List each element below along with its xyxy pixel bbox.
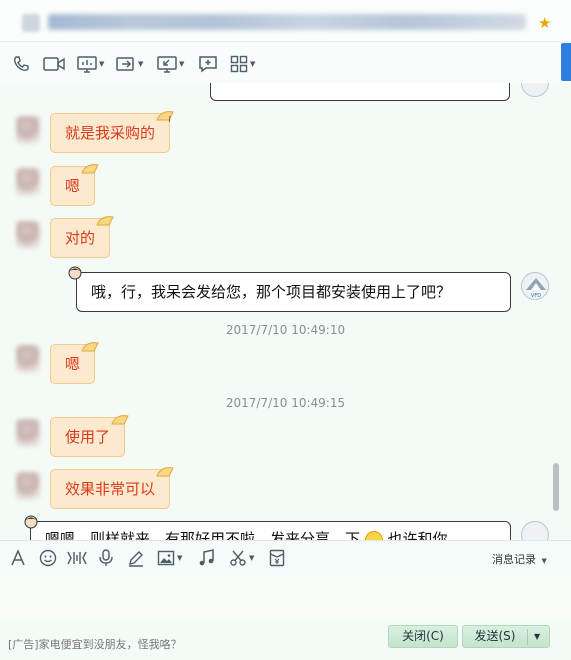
send-button-divider <box>527 629 528 645</box>
contact-avatar[interactable] <box>16 116 40 144</box>
message-timestamp: 2017/7/10 10:49:10 <box>225 323 346 337</box>
chat-scrollbar[interactable] <box>553 463 559 511</box>
window-title-blurred <box>48 14 526 30</box>
screenshot-icon[interactable]: ▼ <box>229 549 254 567</box>
message-list: 就是我采购的 嗯 对的 哦，行，我呆会发给您，那个项目都安装使用上了吧？ VFD… <box>0 83 571 540</box>
message-text: 哦，行，我呆会发给您，那个项目都安装使用上了吧？ <box>91 283 452 301</box>
vfd-logo-icon: VFD <box>526 278 546 299</box>
remote-desktop-icon[interactable]: ▼ <box>157 55 184 73</box>
message-text-tail: 也许和你 <box>382 530 448 540</box>
my-avatar[interactable]: VFD <box>521 272 549 300</box>
message-text: 就是我采购的 <box>65 124 156 142</box>
bubble-curl-decoration <box>156 467 174 477</box>
message-text: 效果非常可以 <box>65 480 156 498</box>
message-bubble-incoming: 使用了 <box>50 415 129 457</box>
ad-link[interactable]: [广告]家电便宜到没朋友，怪我咯？ <box>8 636 182 652</box>
chat-toolbar: ▼ ▼ ▼ ▼ <box>0 43 571 83</box>
contact-avatar[interactable] <box>22 14 40 32</box>
message-bubble-outgoing <box>210 83 510 101</box>
gif-icon[interactable] <box>66 549 88 567</box>
bubble-avatar-decoration-icon <box>68 266 82 280</box>
my-avatar[interactable] <box>521 521 549 540</box>
close-button[interactable]: 关闭(C) <box>388 625 458 648</box>
bubble-avatar-decoration-icon <box>24 515 38 529</box>
image-icon[interactable]: ▼ <box>157 549 182 567</box>
contact-avatar[interactable] <box>16 345 40 373</box>
send-button-label: 发送(S) <box>474 629 516 643</box>
title-bar: ★ <box>0 0 571 42</box>
video-icon[interactable] <box>43 55 65 73</box>
side-panel-tab[interactable] <box>561 43 571 81</box>
message-input[interactable] <box>0 574 571 624</box>
send-button[interactable]: 发送(S) ▼ <box>462 625 550 648</box>
bubble-curl-decoration <box>96 216 114 226</box>
bubble-curl-decoration <box>156 111 174 122</box>
message-text: 对的 <box>65 229 96 247</box>
bubble-curl-decoration <box>81 342 99 352</box>
message-text: 嗯 <box>65 355 81 373</box>
handwrite-icon[interactable] <box>127 549 145 567</box>
screen-share-icon[interactable]: ▼ <box>77 55 104 73</box>
bubble-curl-decoration <box>81 164 99 174</box>
send-options-chevron-icon[interactable]: ▼ <box>534 626 540 647</box>
contact-avatar[interactable] <box>16 419 40 447</box>
voice-icon[interactable] <box>98 549 114 567</box>
close-button-label: 关闭(C) <box>402 629 444 643</box>
message-text: 嗯嗯，则样就来，有那好用不啦，发来分享，下 <box>45 530 365 540</box>
message-text: 嗯 <box>65 177 81 195</box>
footer-bar: [广告]家电便宜到没朋友，怪我咯？ 关闭(C) 发送(S) ▼ <box>0 620 571 660</box>
message-bubble-outgoing: 哦，行，我呆会发给您，那个项目都安装使用上了吧？ <box>76 272 511 312</box>
font-icon[interactable] <box>10 549 26 567</box>
chevron-down-icon: ▼ <box>541 557 547 565</box>
message-bubble-incoming: 对的 <box>50 216 114 258</box>
smile-emoji-icon <box>364 530 383 540</box>
message-bubble-outgoing: 嗯嗯，则样就来，有那好用不啦，发来分享，下 也许和你 <box>30 521 511 540</box>
message-bubble-incoming: 嗯 <box>50 164 99 206</box>
input-toolbar: ▼ ▼ 消息记录 ▼ <box>0 540 571 574</box>
message-bubble-incoming: 嗯 <box>50 342 99 384</box>
avatar-text: VFD <box>531 293 541 299</box>
contact-avatar[interactable] <box>16 221 40 249</box>
music-icon[interactable] <box>198 549 216 567</box>
message-timestamp: 2017/7/10 10:49:15 <box>225 396 346 410</box>
star-icon[interactable]: ★ <box>538 16 551 31</box>
red-packet-icon[interactable] <box>269 549 285 567</box>
my-avatar[interactable] <box>521 83 549 97</box>
message-history-button[interactable]: 消息记录 ▼ <box>492 551 547 567</box>
phone-icon[interactable] <box>12 55 30 73</box>
contact-avatar[interactable] <box>16 472 40 500</box>
message-bubble-incoming: 效果非常可以 <box>50 467 174 509</box>
contact-avatar[interactable] <box>16 168 40 196</box>
message-history-label: 消息记录 <box>492 553 536 566</box>
add-chat-icon[interactable] <box>198 55 218 73</box>
file-transfer-icon[interactable]: ▼ <box>116 55 143 73</box>
emoji-icon[interactable] <box>39 549 57 567</box>
message-bubble-incoming: 就是我采购的 <box>50 111 174 153</box>
bubble-curl-decoration <box>111 415 129 425</box>
apps-grid-icon[interactable]: ▼ <box>230 55 255 73</box>
message-text: 使用了 <box>65 428 111 446</box>
